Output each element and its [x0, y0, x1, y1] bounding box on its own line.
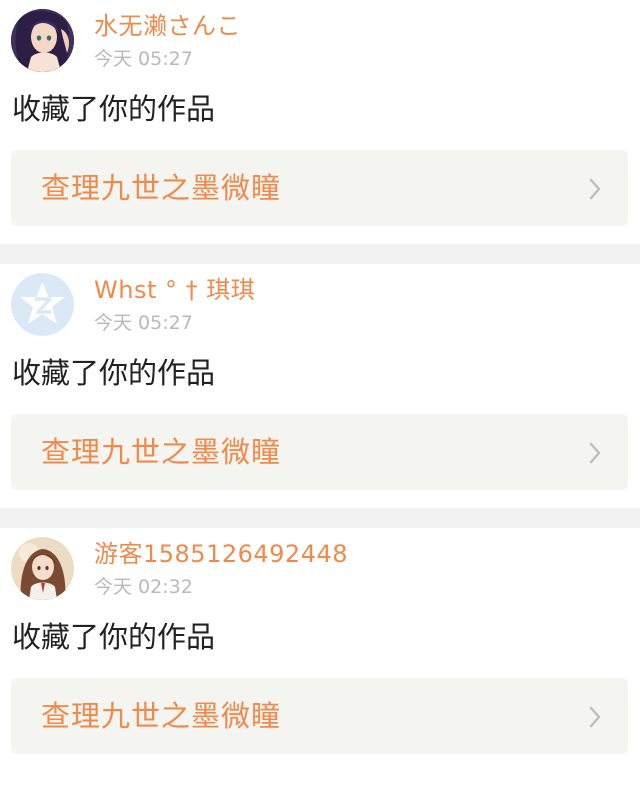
divider: [0, 508, 640, 528]
user-avatar[interactable]: [11, 273, 74, 336]
user-avatar[interactable]: [11, 9, 74, 72]
chevron-right-icon: [589, 442, 601, 464]
work-link[interactable]: 查理九世之墨微瞳: [11, 678, 628, 754]
anime-girl-avatar-icon: [11, 537, 74, 600]
work-link[interactable]: 查理九世之墨微瞳: [11, 414, 628, 490]
user-avatar[interactable]: [11, 537, 74, 600]
chevron-right-icon: [589, 178, 601, 200]
username[interactable]: 游客1585126492448: [94, 539, 348, 569]
action-text: 收藏了你的作品: [12, 92, 216, 126]
work-title: 查理九世之墨微瞳: [41, 435, 282, 469]
notification-card: Whst ° † 琪琪 今天 05:27 收藏了你的作品 查理九世之墨微瞳: [0, 264, 640, 508]
anime-girl-avatar-icon: [11, 9, 74, 72]
timestamp: 今天 05:27: [94, 48, 193, 70]
work-link[interactable]: 查理九世之墨微瞳: [11, 150, 628, 226]
notification-feed: 水无濑さんこ 今天 05:27 收藏了你的作品 查理九世之墨微瞳 Whst ° …: [0, 0, 640, 795]
notification-card: 水无濑さんこ 今天 05:27 收藏了你的作品 查理九世之墨微瞳: [0, 0, 640, 244]
username[interactable]: 水无濑さんこ: [94, 11, 241, 41]
action-text: 收藏了你的作品: [12, 620, 216, 654]
timestamp: 今天 02:32: [94, 576, 193, 598]
username[interactable]: Whst ° † 琪琪: [94, 275, 255, 305]
work-title: 查理九世之墨微瞳: [41, 171, 282, 205]
work-title: 查理九世之墨微瞳: [41, 699, 282, 733]
default-qzone-avatar-icon: [11, 273, 74, 336]
divider: [0, 244, 640, 264]
timestamp: 今天 05:27: [94, 312, 193, 334]
notification-card: 游客1585126492448 今天 02:32 收藏了你的作品 查理九世之墨微…: [0, 528, 640, 772]
action-text: 收藏了你的作品: [12, 356, 216, 390]
chevron-right-icon: [589, 706, 601, 728]
